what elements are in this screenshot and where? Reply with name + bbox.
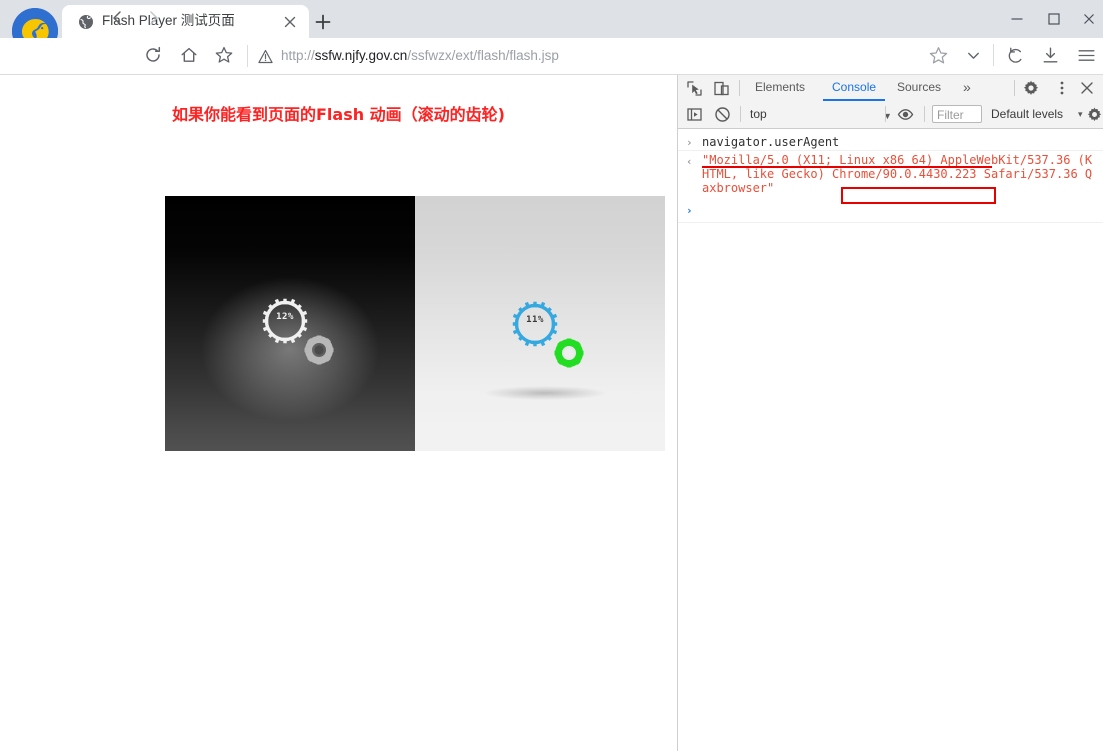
close-tab-icon[interactable] (281, 13, 299, 31)
gear-ground-shadow (485, 386, 605, 400)
live-expression-eye-icon[interactable] (897, 106, 914, 123)
console-input-gutter: › (686, 136, 693, 149)
chevron-down-icon[interactable] (963, 45, 984, 66)
log-level-selector[interactable]: Default levels (991, 106, 1063, 123)
star-icon[interactable] (928, 45, 949, 66)
device-toolbar-icon[interactable] (713, 80, 730, 97)
browser-tab-active[interactable]: Flash Player 测试页面 (62, 5, 309, 38)
window-controls (988, 0, 1103, 38)
url-text: http://ssfw.njfy.gov.cn/ssfwzx/ext/flash… (281, 46, 559, 66)
warning-triangle-icon[interactable] (258, 49, 273, 64)
console-entry-input[interactable]: › navigator.userAgent (678, 133, 1103, 151)
flash-panel-light: 11% (415, 196, 665, 451)
filterbar-divider-2 (885, 106, 886, 122)
reload-button[interactable] (143, 45, 163, 65)
history-undo-icon[interactable] (1005, 45, 1026, 66)
console-prompt-gutter: › (686, 204, 693, 217)
annotation-underline (702, 166, 992, 168)
url-scheme: http:// (281, 48, 315, 63)
more-options-kebab-icon[interactable] (1053, 79, 1071, 97)
page-title: 如果你能看到页面的Flash 动画（滚动的齿轮) (171, 105, 505, 124)
settings-gear-icon[interactable] (1022, 79, 1040, 97)
console-prompt-row[interactable]: › (678, 201, 1103, 219)
clear-console-icon[interactable] (714, 106, 731, 123)
flash-panel-dark: 12% (165, 196, 415, 451)
toolbar-divider-2 (993, 44, 994, 66)
address-bar[interactable]: http://ssfw.njfy.gov.cn/ssfwzx/ext/flash… (258, 44, 559, 68)
console-row-divider-1 (678, 150, 1103, 151)
inspect-element-icon[interactable] (686, 80, 703, 97)
minimize-icon[interactable] (1009, 11, 1025, 27)
toolbar-divider (247, 45, 248, 67)
gear-group-dark: 12% (257, 293, 352, 383)
tab-sources[interactable]: Sources (888, 75, 950, 100)
new-tab-button[interactable] (312, 11, 334, 33)
download-icon[interactable] (1040, 45, 1061, 66)
console-settings-gear-icon[interactable] (1086, 106, 1103, 123)
url-path: /ssfwzx/ext/flash/flash.jsp (407, 48, 559, 63)
forward-button (143, 8, 163, 28)
maximize-icon[interactable] (1046, 11, 1062, 27)
filterbar-divider-3 (924, 106, 925, 122)
console-output[interactable]: › navigator.userAgent ‹ "Mozilla/5.0 (X1… (678, 129, 1103, 751)
back-button[interactable] (108, 8, 128, 28)
flash-animation-container[interactable]: 12% 11% (165, 196, 665, 451)
home-button[interactable] (179, 45, 199, 65)
console-filter-bar: top ▼ Filter Default levels ▾ (678, 101, 1103, 129)
console-entry-result[interactable]: ‹ "Mozilla/5.0 (X11; Linux x86_64) Apple… (678, 152, 1103, 223)
devtools-divider-1 (739, 80, 740, 96)
page-viewport: 如果你能看到页面的Flash 动画（滚动的齿轮) 12% 11% (0, 75, 677, 751)
console-filter-input[interactable]: Filter (932, 105, 982, 123)
devtools-tab-bar: Elements Console Sources » (678, 75, 1103, 102)
hamburger-menu-icon[interactable] (1076, 45, 1097, 66)
console-result-gutter: ‹ (686, 155, 693, 168)
console-row-divider-2 (678, 222, 1103, 223)
tab-title: Flash Player 测试页面 (102, 13, 235, 28)
chevron-down-icon-levels[interactable]: ▾ (1078, 109, 1083, 120)
bookmark-star-icon[interactable] (214, 45, 234, 65)
globe-icon (78, 14, 94, 30)
tab-elements[interactable]: Elements (746, 75, 814, 100)
url-host: ssfw.njfy.gov.cn (314, 48, 408, 63)
gear-percent-light: 11% (526, 315, 544, 325)
devtools-panel: Elements Console Sources » top ▼ Filter … (678, 75, 1103, 751)
filterbar-divider-1 (740, 106, 741, 122)
tab-more-overflow[interactable]: » (954, 75, 980, 100)
browser-window: Flash Player 测试页面 http://ssfw.njfy.gov.c… (0, 0, 1103, 751)
tab-strip: Flash Player 测试页面 (0, 0, 1103, 54)
gear-group-light: 11% (507, 296, 602, 386)
devtools-divider-2 (1014, 80, 1015, 96)
console-input-text: navigator.userAgent (702, 135, 840, 149)
tab-console[interactable]: Console (823, 75, 886, 101)
execution-context-selector[interactable]: top (750, 106, 875, 123)
gear-percent-dark: 12% (276, 312, 294, 322)
close-devtools-icon[interactable] (1078, 79, 1096, 97)
execution-context-icon[interactable] (686, 106, 703, 123)
close-window-icon[interactable] (1081, 11, 1097, 27)
